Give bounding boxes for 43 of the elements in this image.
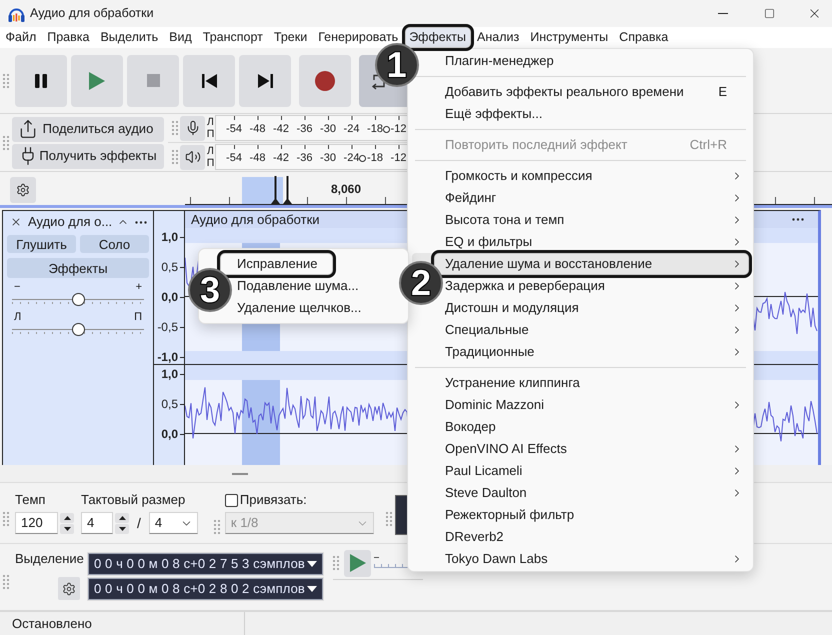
meter-scale-label: -30 — [320, 152, 336, 165]
meter-scale-label: -30 — [320, 123, 336, 136]
amplitude-label: 0,5 — [161, 397, 184, 411]
meter-scale-label: -42 — [273, 123, 289, 136]
amplitude-label: 0,5 — [161, 260, 184, 274]
slider-min-label: Л — [14, 311, 22, 323]
time-label: 8,060 — [331, 182, 362, 196]
separator-slash: / — [137, 515, 141, 531]
step-marker: 3 — [188, 268, 232, 312]
channel-label: Л — [207, 145, 214, 157]
window-title: Аудио для обработки — [30, 6, 154, 21]
meter-scale-label: -54 — [226, 152, 242, 165]
meter-scale-label: -18 — [367, 123, 383, 136]
slider-min-label: − — [14, 281, 20, 293]
slider-max-label: + — [136, 281, 142, 293]
channel-label: П — [206, 128, 214, 140]
slider-max-label: П — [134, 311, 142, 323]
amplitude-label: -0,5 — [157, 320, 184, 334]
amplitude-label: 0,0 — [161, 427, 184, 441]
meter-scale-label: -24 — [344, 152, 360, 165]
meter-scale-label: -54 — [226, 123, 242, 136]
meter-scale-label: -12 — [390, 123, 406, 136]
snap-label: Привязать: — [240, 492, 307, 508]
meter-scale-label: -18 — [367, 152, 383, 165]
amplitude-label: 1,0 — [161, 367, 184, 381]
meter-scale-label: -12 — [390, 152, 406, 165]
amplitude-label: -1,0 — [157, 350, 184, 364]
tempo-label: Темп — [15, 492, 46, 508]
keyboard-shortcut: Ctrl+R — [690, 137, 727, 153]
status-text: Остановлено — [12, 616, 92, 632]
meter-scale-label: -48 — [250, 152, 266, 165]
meter-scale-label: -42 — [273, 152, 289, 165]
meter-scale-label: -36 — [296, 123, 312, 136]
keyboard-shortcut: E — [718, 84, 727, 100]
clip-title: Аудио для обработки — [191, 212, 320, 228]
channel-label: Л — [207, 116, 214, 128]
meter-scale-label: -36 — [296, 152, 312, 165]
meter-scale-label: -24 — [344, 123, 360, 136]
time-signature-label: Тактовый размер — [81, 492, 186, 508]
meter-scale-label: -48 — [250, 123, 266, 136]
amplitude-label: 1,0 — [161, 230, 184, 244]
amplitude-label: 0,0 — [161, 290, 184, 304]
channel-label: П — [206, 157, 214, 169]
